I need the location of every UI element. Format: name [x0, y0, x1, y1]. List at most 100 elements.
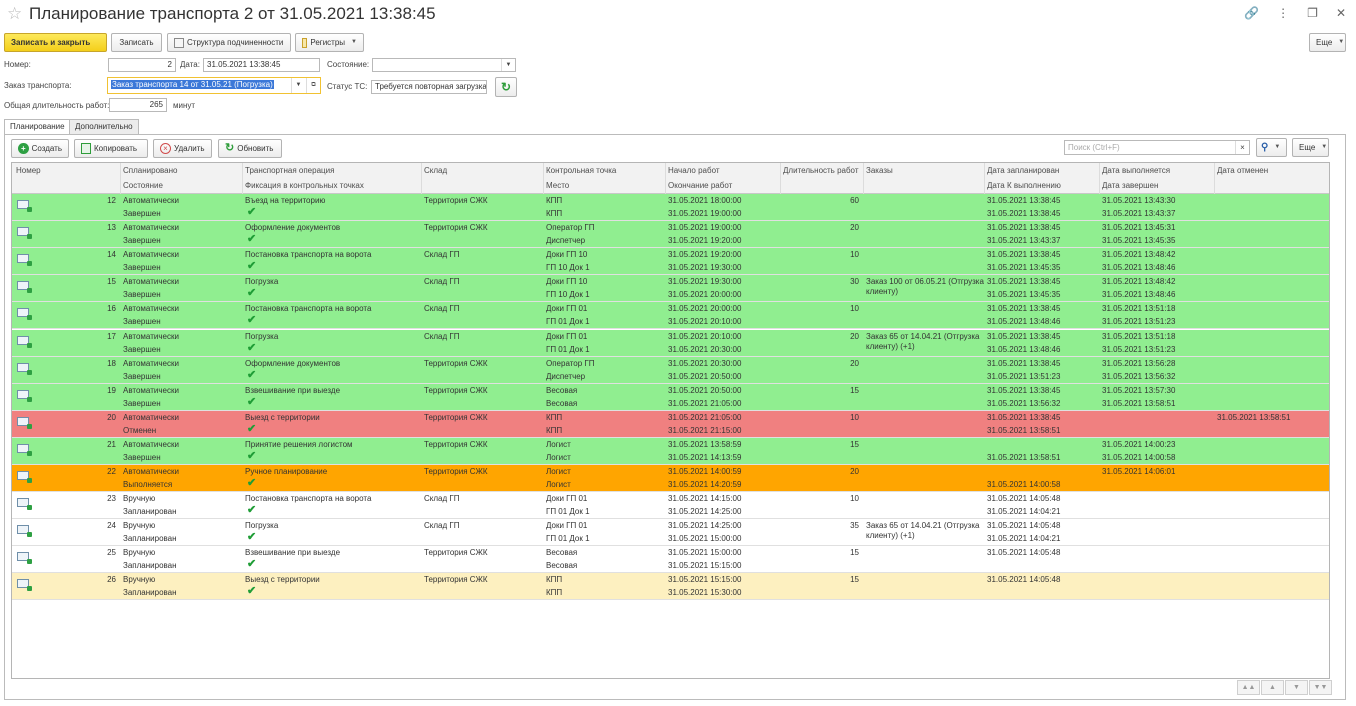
save-button[interactable]: Записать: [111, 33, 162, 52]
cell-planned: Автоматически: [123, 223, 179, 233]
table-row[interactable]: 21 Автоматически Завершен Принятие решения …: [12, 437, 1329, 465]
table-more-button[interactable]: Еще ▼: [1292, 138, 1329, 157]
cell-dur: 15: [850, 575, 859, 585]
delete-button[interactable]: × Удалить: [153, 139, 212, 158]
col-exec-date-header[interactable]: Дата выполняется: [1102, 164, 1170, 178]
col-warehouse-header[interactable]: Склад: [424, 164, 447, 178]
table-row[interactable]: 12 Автоматически Завершен Въезд на территор…: [12, 194, 1329, 221]
restore-window-icon[interactable]: ❐: [1307, 6, 1318, 20]
cell-d-exec: 31.05.2021 13:48:42: [1102, 250, 1176, 260]
cell-state: Завершен: [123, 263, 161, 273]
vehicle-status-field[interactable]: Требуется повторная загрузка: [371, 80, 487, 94]
col-checkpoint-header[interactable]: Контрольная точка: [546, 164, 616, 178]
col-state-header[interactable]: Состояние: [123, 179, 163, 193]
cell-end: 31.05.2021 20:10:00: [668, 317, 742, 327]
next-page-icon[interactable]: ▼: [1285, 680, 1308, 695]
first-page-icon[interactable]: ▲▲: [1237, 680, 1260, 695]
create-button[interactable]: + Создать: [11, 139, 69, 158]
cell-cp: КПП: [546, 412, 563, 422]
cell-wh: Территория СЖК: [424, 439, 488, 449]
col-done-date-header[interactable]: Дата завершен: [1102, 179, 1158, 193]
state-select[interactable]: ▼: [372, 58, 516, 72]
table-row[interactable]: 16 Автоматически Завершен Постановка трансп…: [12, 302, 1329, 330]
cell-wh: Склад ГП: [424, 277, 460, 287]
copy-button[interactable]: Копировать: [74, 139, 148, 158]
favorite-star-icon[interactable]: ☆: [7, 5, 22, 23]
structure-icon: [174, 37, 184, 48]
cell-d-done: 31.05.2021 14:00:58: [1102, 452, 1176, 462]
refresh-status-button[interactable]: ↻: [495, 77, 517, 97]
refresh-button[interactable]: ↻ Обновить: [218, 139, 282, 158]
search-placeholder: Поиск (Ctrl+F): [1068, 143, 1120, 152]
cell-d-plan: 31.05.2021 13:38:45: [987, 412, 1061, 422]
cell-dur: 15: [850, 385, 859, 395]
check-icon: ✔: [247, 449, 257, 462]
col-planned-date-header[interactable]: Дата запланирован: [987, 164, 1059, 178]
registers-button[interactable]: Регистры ▼: [295, 33, 364, 52]
cell-num: 24: [107, 521, 116, 531]
table-row[interactable]: 15 Автоматически Завершен Погрузка Склад ГП Д…: [12, 275, 1329, 303]
table-row[interactable]: 18 Автоматически Завершен Оформление докуме…: [12, 356, 1329, 384]
planning-table: Номер Спланировано Состояние Транспортна…: [11, 162, 1330, 679]
col-place-header[interactable]: Место: [546, 179, 569, 193]
col-todo-date-header[interactable]: Дата К выполнению: [987, 179, 1061, 193]
number-label: Номер:: [4, 60, 31, 69]
tab-additional[interactable]: Дополнительно: [69, 119, 139, 134]
structure-button[interactable]: Структура подчиненности: [167, 33, 291, 52]
col-fixation-header[interactable]: Фиксация в контрольных точках: [245, 179, 364, 193]
table-row[interactable]: 17 Автоматически Завершен Погрузка Склад ГП Д…: [12, 329, 1329, 357]
col-end-header[interactable]: Окончание работ: [668, 179, 732, 193]
cell-end: 31.05.2021 14:25:00: [668, 507, 742, 517]
date-field[interactable]: 31.05.2021 13:38:45: [203, 58, 320, 72]
cell-wh: Территория СЖК: [424, 548, 488, 558]
tab-planning[interactable]: Планирование: [4, 119, 71, 135]
last-page-icon[interactable]: ▼▼: [1309, 680, 1332, 695]
cell-end: 31.05.2021 15:30:00: [668, 588, 742, 598]
save-and-close-button[interactable]: Записать и закрыть: [4, 33, 107, 52]
duration-field[interactable]: 265: [109, 98, 167, 112]
more-button[interactable]: Еще ▼: [1309, 33, 1346, 52]
table-row[interactable]: 20 Автоматически Отменен Выезд с территории…: [12, 410, 1329, 438]
col-planned-header[interactable]: Спланировано: [123, 164, 178, 178]
col-start-header[interactable]: Начало работ: [668, 164, 720, 178]
cell-d-exec: 31.05.2021 13:56:28: [1102, 358, 1176, 368]
table-row[interactable]: 14 Автоматически Завершен Постановка трансп…: [12, 248, 1329, 276]
cell-place: КПП: [546, 425, 563, 435]
col-cancel-date-header[interactable]: Дата отменен: [1217, 164, 1268, 178]
prev-page-icon[interactable]: ▲: [1261, 680, 1284, 695]
cell-dur: 10: [850, 494, 859, 504]
cell-wh: Склад ГП: [424, 494, 460, 504]
link-icon[interactable]: 🔗: [1244, 6, 1259, 20]
table-row[interactable]: 19 Автоматически Завершен Взвешивание при в…: [12, 383, 1329, 411]
table-row[interactable]: 26 Вручную Запланирован Выезд с территории Т…: [12, 573, 1329, 601]
table-row[interactable]: 25 Вручную Запланирован Взвешивание при вые…: [12, 546, 1329, 574]
cell-op: Выезд с территории: [245, 412, 320, 422]
number-field[interactable]: 2: [108, 58, 176, 72]
order-field[interactable]: Заказ транспорта 14 от 31.05.21 (Погрузк…: [107, 77, 321, 94]
table-row[interactable]: 22 Автоматически Выполняется Ручное планиро…: [12, 465, 1329, 492]
check-icon: ✔: [247, 260, 257, 273]
chevron-down-icon[interactable]: ▼: [501, 59, 515, 71]
open-icon[interactable]: ⧉: [306, 78, 320, 93]
col-operation-header[interactable]: Транспортная операция: [245, 164, 334, 178]
col-number-header[interactable]: Номер: [16, 164, 41, 178]
search-input[interactable]: Поиск (Ctrl+F) ×: [1064, 140, 1250, 155]
table-row[interactable]: 23 Вручную Запланирован Постановка транспор…: [12, 492, 1329, 520]
cell-dur: 20: [850, 467, 859, 476]
close-icon[interactable]: ✕: [1336, 6, 1346, 20]
order-label: Заказ транспорта:: [4, 81, 72, 90]
col-duration-header[interactable]: Длительность работ: [783, 164, 859, 178]
cell-d-exec: 31.05.2021 13:43:30: [1102, 196, 1176, 205]
structure-label: Структура подчиненности: [187, 38, 284, 47]
search-button[interactable]: ⚲ ▼: [1256, 138, 1287, 157]
clear-search-icon[interactable]: ×: [1235, 141, 1249, 154]
more-vertical-icon[interactable]: ⋮: [1277, 6, 1289, 20]
col-orders-header[interactable]: Заказы: [866, 164, 893, 178]
table-row[interactable]: 13 Автоматически Завершен Оформление докуме…: [12, 221, 1329, 249]
cell-planned: Вручную: [123, 494, 156, 504]
cell-state: Выполняется: [123, 480, 173, 489]
cell-d-todo: 31.05.2021 13:38:45: [987, 209, 1061, 218]
cell-place: Диспетчер: [546, 236, 586, 246]
table-row[interactable]: 24 Вручную Запланирован Погрузка Склад ГП Док…: [12, 519, 1329, 547]
chevron-down-icon[interactable]: ▼: [291, 78, 305, 93]
